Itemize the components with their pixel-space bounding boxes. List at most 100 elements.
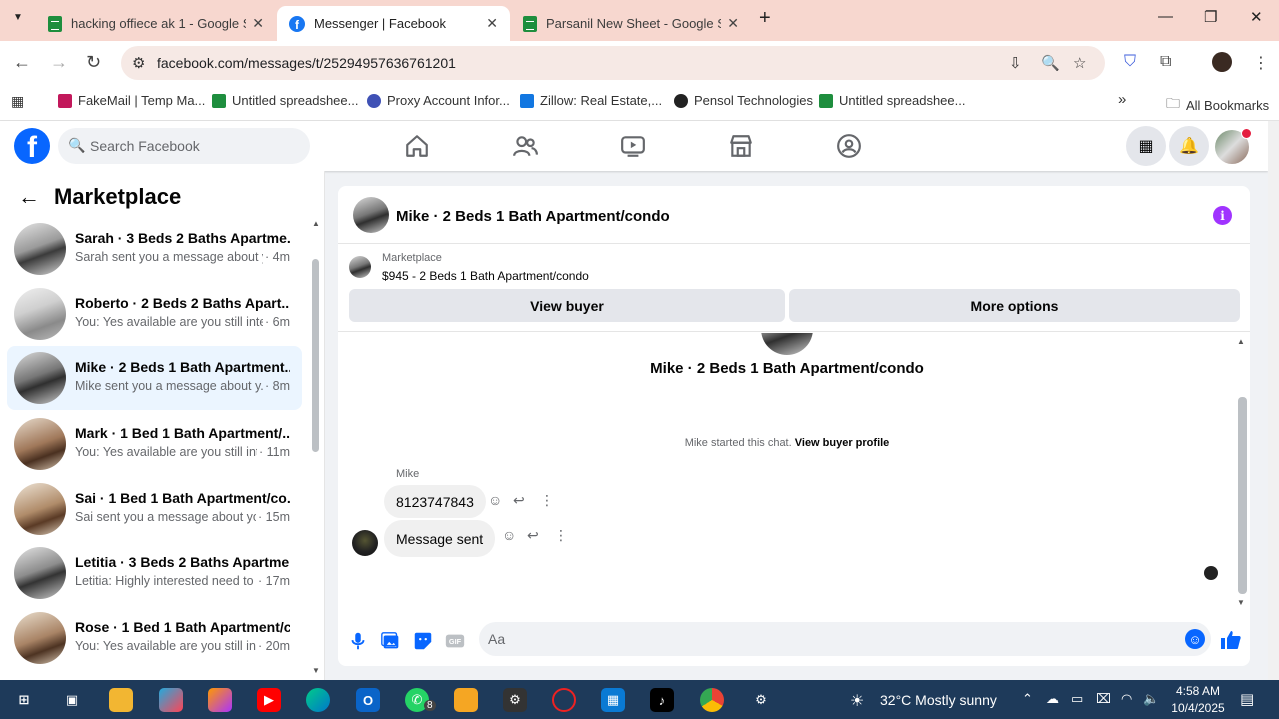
more-icon[interactable]: ⋮ xyxy=(540,492,554,509)
bookmark-zillow[interactable]: Zillow: Real Estate,... xyxy=(520,93,662,108)
chat-scrollbar[interactable] xyxy=(1238,397,1247,594)
bookmark-untitled-sheet-2[interactable]: Untitled spreadshee... xyxy=(819,93,965,108)
forward-icon[interactable]: → xyxy=(50,52,68,73)
clock-date[interactable]: 10/4/2025 xyxy=(1168,701,1228,715)
view-buyer-profile-link[interactable]: View buyer profile xyxy=(795,437,890,449)
store-icon[interactable]: ▦ xyxy=(601,688,625,712)
react-icon[interactable]: ☺ xyxy=(488,492,502,508)
close-tab-icon[interactable]: ✕ xyxy=(486,15,498,32)
back-icon[interactable]: ← xyxy=(13,52,31,73)
conversation-list-scrollbar[interactable] xyxy=(312,259,319,452)
close-window-icon[interactable]: ✕ xyxy=(1250,8,1263,26)
install-app-icon[interactable]: ⇩ xyxy=(1009,54,1022,72)
chat-title[interactable]: Mike · 2 Beds 1 Bath Apartment/condo xyxy=(396,208,670,225)
friends-icon[interactable] xyxy=(512,133,538,159)
wifi-icon[interactable]: ◠ xyxy=(1121,691,1132,707)
youtube-icon[interactable]: ▶ xyxy=(257,688,281,712)
battery-icon[interactable]: ▭ xyxy=(1071,691,1083,707)
bookmark-untitled-sheet-1[interactable]: Untitled spreadshee... xyxy=(212,93,358,108)
conversation-item[interactable]: Sai · 1 Bed 1 Bath Apartment/co... Sai s… xyxy=(7,477,302,541)
microphone-icon[interactable] xyxy=(347,630,369,652)
conversation-item[interactable]: Mike · 2 Beds 1 Bath Apartment... Mike s… xyxy=(7,346,302,410)
profile-avatar[interactable] xyxy=(1212,52,1232,72)
facebook-search[interactable]: 🔍 Search Facebook xyxy=(58,128,310,164)
apps-icon[interactable]: ▦ xyxy=(11,93,24,110)
info-icon[interactable]: i xyxy=(1213,206,1232,225)
message-input[interactable]: Aa ☺ xyxy=(479,622,1211,656)
view-buyer-button[interactable]: View buyer xyxy=(349,289,785,322)
extension-shield-icon[interactable]: ⛉ xyxy=(1124,53,1136,71)
scroll-down-icon[interactable]: ▼ xyxy=(1237,598,1245,607)
back-arrow-icon[interactable]: ← xyxy=(18,184,40,210)
like-icon[interactable] xyxy=(1219,628,1243,652)
more-bookmarks-icon[interactable]: » xyxy=(1118,91,1126,108)
weather-text[interactable]: 32°C Mostly sunny xyxy=(880,692,997,708)
cloud-icon[interactable]: ☁ xyxy=(1046,691,1059,707)
bookmark-fakemail[interactable]: FakeMail | Temp Ma... xyxy=(58,93,205,108)
tab-messenger[interactable]: f Messenger | Facebook ✕ xyxy=(277,6,510,41)
outlook-icon[interactable]: O xyxy=(356,688,380,712)
video-icon[interactable] xyxy=(620,133,646,159)
all-bookmarks[interactable]: 🗀 All Bookmarks xyxy=(1166,93,1269,117)
gif-icon[interactable]: GIF xyxy=(444,630,466,652)
react-icon[interactable]: ☺ xyxy=(502,527,516,543)
settings-icon[interactable]: ⚙ xyxy=(749,688,773,712)
tab-search-icon[interactable]: ▼ xyxy=(13,12,23,23)
account-avatar[interactable] xyxy=(1215,128,1252,164)
sticker-icon[interactable] xyxy=(412,630,434,652)
bookmark-star-icon[interactable]: ☆ xyxy=(1073,54,1086,72)
bookmark-pensol[interactable]: Pensol Technologies xyxy=(674,93,813,108)
restore-icon[interactable]: ❐ xyxy=(1204,8,1217,26)
zoom-icon[interactable]: 🔍 xyxy=(1041,54,1060,72)
message-bubble[interactable]: Message sent xyxy=(384,520,496,557)
tiktok-icon[interactable]: ♪ xyxy=(650,688,674,712)
facebook-logo[interactable]: f xyxy=(14,128,50,164)
device-icon[interactable]: ⌧ xyxy=(1096,691,1111,707)
task-view-icon[interactable]: ▣ xyxy=(60,688,84,712)
notifications-bell-icon[interactable]: 🔔 xyxy=(1169,126,1209,166)
app-icon[interactable]: ⚙ xyxy=(503,688,527,712)
edge-icon[interactable] xyxy=(306,688,330,712)
close-tab-icon[interactable]: ✕ xyxy=(252,15,264,32)
more-icon[interactable]: ⋮ xyxy=(554,527,568,544)
chrome-menu-icon[interactable]: ⋮ xyxy=(1253,53,1269,73)
url-text[interactable]: facebook.com/messages/t/2529495763676120… xyxy=(157,55,456,71)
medal-app-icon[interactable] xyxy=(454,688,478,712)
page-scrollbar[interactable] xyxy=(1268,121,1279,680)
more-options-button[interactable]: More options xyxy=(789,289,1240,322)
show-hidden-icons-icon[interactable]: ⌃ xyxy=(1022,691,1033,707)
minimize-icon[interactable]: — xyxy=(1158,8,1173,25)
message-bubble[interactable]: 8123747843 xyxy=(384,485,486,518)
new-tab-icon[interactable]: + xyxy=(759,7,771,30)
conversation-item[interactable]: Rose · 1 Bed 1 Bath Apartment/c... You: … xyxy=(7,606,302,670)
notifications-icon[interactable]: ▤ xyxy=(1240,690,1254,708)
file-explorer-icon[interactable] xyxy=(109,688,133,712)
copilot-icon[interactable] xyxy=(159,688,183,712)
scroll-up-icon[interactable]: ▲ xyxy=(312,219,320,228)
scroll-up-icon[interactable]: ▲ xyxy=(1237,337,1245,346)
address-bar[interactable]: ⚙ facebook.com/messages/t/25294957636761… xyxy=(121,46,1105,80)
chat-avatar[interactable] xyxy=(353,197,389,233)
tab-hacking-sheet[interactable]: hacking offiece ak 1 - Google Sh ✕ xyxy=(36,6,276,41)
reload-icon[interactable]: ↻ xyxy=(86,52,101,73)
photo-icon[interactable] xyxy=(380,630,402,652)
clock-time[interactable]: 4:58 AM xyxy=(1173,684,1223,698)
site-info-icon[interactable]: ⚙ xyxy=(132,54,145,72)
emoji-icon[interactable]: ☺ xyxy=(1185,629,1205,649)
close-tab-icon[interactable]: ✕ xyxy=(727,15,739,32)
bookmark-proxy-account[interactable]: Proxy Account Infor... xyxy=(367,93,510,108)
listing-title[interactable]: $945 - 2 Beds 1 Bath Apartment/condo xyxy=(382,269,589,283)
conversation-item[interactable]: Letitia · 3 Beds 2 Baths Apartme... Leti… xyxy=(7,541,302,605)
groups-icon[interactable] xyxy=(836,133,862,159)
conversation-item[interactable]: Mark · 1 Bed 1 Bath Apartment/... You: Y… xyxy=(7,412,302,476)
chrome-icon[interactable] xyxy=(700,688,724,712)
marketplace-icon[interactable] xyxy=(728,133,754,159)
scroll-down-icon[interactable]: ▼ xyxy=(312,666,320,675)
home-icon[interactable] xyxy=(404,133,430,159)
opera-icon[interactable] xyxy=(552,688,576,712)
conversation-item[interactable]: Roberto · 2 Beds 2 Baths Apart... You: Y… xyxy=(7,282,302,346)
extensions-icon[interactable]: ⧉ xyxy=(1160,53,1171,71)
windows-start-icon[interactable]: ⊞ xyxy=(12,688,36,712)
tab-parsanil-sheet[interactable]: Parsanil New Sheet - Google Sh ✕ xyxy=(511,6,751,41)
volume-icon[interactable]: 🔈 xyxy=(1143,691,1159,707)
